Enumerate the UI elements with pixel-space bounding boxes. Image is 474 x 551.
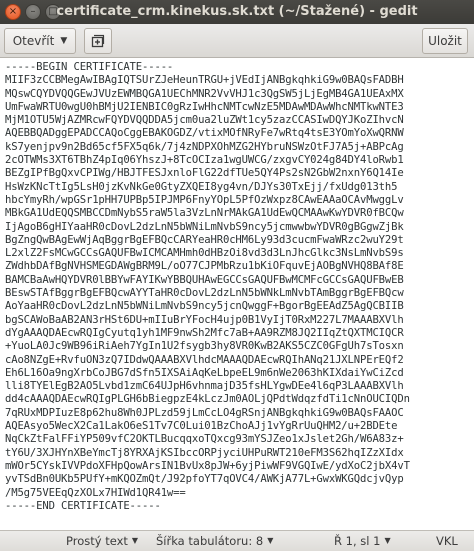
maximize-window-button[interactable]: □	[45, 4, 61, 20]
open-button[interactable]: Otevřít ▼	[4, 28, 76, 54]
text-line: -----BEGIN CERTIFICATE-----	[5, 61, 174, 73]
open-button-label: Otevřít	[12, 34, 55, 48]
text-line: BEswSTAfBggrBgEFBQcwAYYTaHR0cDovL2dzLnN5…	[5, 287, 404, 300]
tab-width-selector[interactable]: Šířka tabulátoru: 8 ▼	[156, 531, 273, 551]
text-line: UmFwaWRTU0wgU0hBMjU2IENBIC0gRzIwHhcNMTcw…	[5, 100, 404, 113]
window-title: certificate_crm.kinekus.sk.txt (~/Stažen…	[56, 4, 418, 19]
text-line: AoYaaHR0cDovL2dzLnN5bWNiLmNvbS9ncy5jcnQw…	[5, 300, 404, 313]
insert-mode-indicator: VKL	[436, 534, 458, 548]
header-bar: Otevřít ▼ Uložit	[0, 24, 474, 58]
text-line: cAo8NZgE+RvfuON3zQ7IDdwQAAABXVlhdcMAAAQD…	[5, 353, 404, 366]
text-line: MQswCQYDVQQGEwJVUzEWMBQGA1UEChMNR2VvVHJ1…	[5, 87, 404, 100]
text-line: dYgAAAQDAEcwRQIgCyutq1yh1MF9nwSh2Mfc7aB+…	[5, 326, 404, 339]
text-line: Eh6L16Oa9ngXrbCoJBG7dSfn5IXSAiAqKeLbpeEL…	[5, 366, 404, 379]
window-controls: × – □	[5, 4, 61, 20]
text-line: lli8TYElEgB2AO5Lvbd1zmC64UJpH6vhnmajD35f…	[5, 380, 404, 393]
text-line: +YuoLA0Jc9WB96iRiAeh7YgIn1U2fsygb3hy8VR0…	[5, 340, 404, 353]
text-line: hbcYmyRh/wpGSr1pHH7UPBp5IPJMP6FnyYOpL5Pf…	[5, 193, 404, 206]
text-editor-area[interactable]: -----BEGIN CERTIFICATE----- MIIF3zCCBMegA…	[0, 58, 474, 530]
text-line: BgZngQwBAgEwWjAqBggrBgEFBQcCARYeaHR0cHM6…	[5, 233, 404, 246]
text-line: L2xlZ2FsMCwGCCsGAQUFBwICMCAMHmh0dHBzOi8v…	[5, 247, 404, 260]
text-line: bgSCAWoBaAB2AN3rHSt6DU+mIIuBrYFocH4ujp0B…	[5, 313, 404, 326]
chevron-down-icon: ▼	[384, 536, 391, 545]
language-label: Prostý text	[66, 534, 128, 548]
text-line: kS7yenjpv9n2Bd65cf5FX5q6k/7j4zNDPXOhMZG2…	[5, 140, 404, 153]
text-line: BEZgIPfBgQxvCPIWg/HBJTFESJxnloFlG22dfTUe…	[5, 167, 404, 180]
text-line: MBkGA1UdEQQSMBCCDmNybS5raW5la3VzLnNrMAkG…	[5, 207, 404, 220]
maximize-icon: □	[48, 6, 58, 17]
text-line: dd4cAAAQDAEcwRQIgPLGH6bBiegpzE4kLczJm0AO…	[5, 393, 410, 406]
text-line: AQEAsyo5WecX2Ca1LakO6eS1Tv7C0Lui01BzChoA…	[5, 420, 398, 433]
chevron-down-icon: ▼	[267, 536, 274, 545]
text-line: -----END CERTIFICATE-----	[5, 499, 161, 512]
text-line: MIIF3zCCBMegAwIBAgIQTSUrZJeHeunTRGU+jVEd…	[5, 74, 404, 87]
text-line: 2cOTWMs3XT6TBhZ4pIq06YhszJ+8TcOCIza1wgUW…	[5, 154, 404, 167]
text-line: MjM1OTU5WjAZMRcwFQYDVQQDDA5jcm0ua2luZWt1…	[5, 114, 404, 127]
new-tab-icon	[91, 34, 105, 48]
save-button[interactable]: Uložit	[422, 28, 468, 54]
minimize-icon: –	[30, 6, 36, 17]
text-line: NqCkZtFalFFiYP509vfC2OKTLBucqqxoTQxcg93m…	[5, 433, 404, 446]
close-icon: ×	[8, 6, 18, 17]
language-selector[interactable]: Prostý text ▼	[66, 531, 138, 551]
text-line: mWOr5CYskIVVPdoXFHpQowArsIN1BvUx8pJW+6yj…	[5, 459, 410, 472]
chevron-down-icon: ▼	[60, 36, 68, 46]
text-line: HsWzKNcTtIg5LsH0jzKvNkGe0GtyZXQEI8yg4vn/…	[5, 180, 398, 193]
new-tab-button[interactable]	[84, 28, 112, 54]
text-line: 7qRUxMDPIuzE8p62hu8Wh0JPLzd59jLmCcLO4gRS…	[5, 406, 404, 419]
text-line: yvTSdBn0UKb5PUfY+mKQOZmQt/J92pfoYT7qOVC4…	[5, 473, 404, 486]
text-line: AQEBBQADggEPADCCAQoCggEBAKOGDZ/vtixMOfNR…	[5, 127, 404, 140]
text-line: /M5g75VEEqQzXOLx7HIWd1QR41w==	[5, 486, 186, 499]
text-line: tY6U/3XJHYnXBeYmcTj8YRXAjKSIbccORPjyciUH…	[5, 446, 404, 459]
document-text: -----BEGIN CERTIFICATE----- MIIF3zCCBMegA…	[5, 61, 410, 513]
minimize-window-button[interactable]: –	[25, 4, 41, 20]
tab-width-label: Šířka tabulátoru: 8	[156, 534, 264, 548]
window-titlebar[interactable]: × – □ certificate_crm.kinekus.sk.txt (~/…	[0, 0, 474, 24]
chevron-down-icon: ▼	[131, 536, 139, 545]
text-line: IjAgoB6gHIYaaHR0cDovL2dzLnN5bWNiLmNvbS9n…	[5, 220, 404, 233]
text-line: ZWdhbDAfBgNVHSMEGDAWgBRM9L/oO77CJPMbRzu1…	[5, 260, 404, 273]
cursor-position[interactable]: Ř 1, sl 1 ▼	[334, 531, 391, 551]
close-window-button[interactable]: ×	[5, 4, 21, 20]
status-bar: Prostý text ▼ Šířka tabulátoru: 8 ▼ Ř 1,…	[0, 530, 474, 551]
cursor-position-label: Ř 1, sl 1	[334, 534, 381, 548]
text-line: BAMCBaAwHQYDVR0lBBYwFAYIKwYBBQUHAwEGCCsG…	[5, 273, 404, 286]
